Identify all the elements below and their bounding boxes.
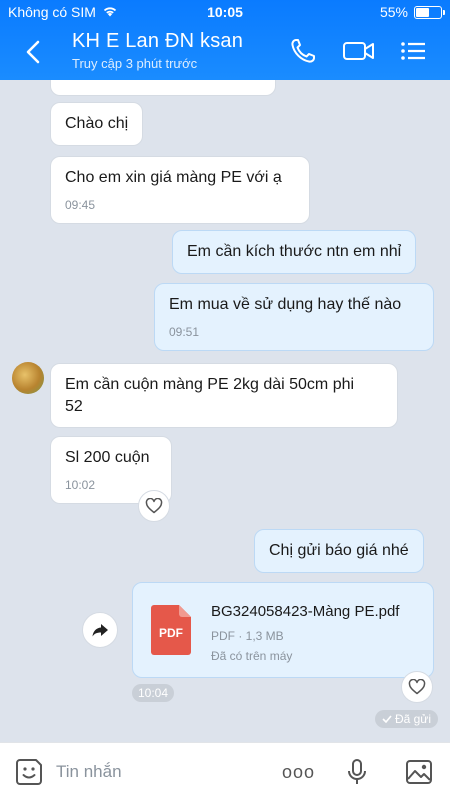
message-text: Cho em xin giá màng PE với ạ xyxy=(65,169,282,186)
message-text: Em mua về sử dụng hay thế nào xyxy=(169,296,402,313)
file-meta: PDF · 1,3 MB xyxy=(211,629,284,643)
pdf-icon-label: PDF xyxy=(159,626,183,640)
react-heart-icon[interactable] xyxy=(401,671,433,703)
chat-header: Không có SIM 10:05 55% KH E Lan ĐN ksan … xyxy=(0,0,450,80)
message-bubble-out[interactable]: Em cần kích thước ntn em nhỉ xyxy=(172,230,417,274)
more-options-icon[interactable]: ooo xyxy=(282,757,318,787)
message-input[interactable] xyxy=(56,757,256,787)
battery-group: 55% xyxy=(379,4,445,20)
pdf-file-icon: PDF xyxy=(151,605,191,655)
video-call-icon[interactable] xyxy=(342,36,374,66)
message-text: 52 xyxy=(65,397,83,415)
message-text: Chào chị xyxy=(65,115,129,132)
sent-status-badge: Đã gửi xyxy=(374,710,438,728)
battery-fill xyxy=(416,7,429,17)
status-bar: Không có SIM 10:05 55% xyxy=(0,0,450,24)
check-icon xyxy=(382,712,392,726)
message-bubble-out[interactable]: Em mua về sử dụng hay thế nào 09:51 xyxy=(154,283,434,351)
phone-icon[interactable] xyxy=(288,36,320,66)
contact-info[interactable]: KH E Lan ĐN ksan Truy cập 3 phút trước xyxy=(72,30,243,71)
back-icon[interactable] xyxy=(20,36,48,68)
react-heart-icon[interactable] xyxy=(138,490,170,522)
more-options-label: ooo xyxy=(282,762,316,782)
battery-icon xyxy=(414,5,445,19)
message-text: Sl 200 cuộn xyxy=(65,449,150,466)
contact-name: KH E Lan ĐN ksan xyxy=(72,30,244,52)
file-name: BG324058423-Màng PE.pdf xyxy=(211,603,400,620)
file-status: Đã có trên máy xyxy=(211,649,293,663)
sticker-icon[interactable] xyxy=(14,757,44,787)
message-text: Chị gửi báo giá nhé xyxy=(269,542,409,559)
message-bubble-in[interactable]: Em cần cuộn màng PE 2kg dài 50cm phi 52 xyxy=(50,363,398,429)
message-time: 10:04 xyxy=(132,684,175,702)
message-time: 09:45 xyxy=(65,197,96,212)
message-time: 09:51 xyxy=(169,324,200,339)
file-attachment[interactable]: PDF BG324058423-Màng PE.pdf PDF · 1,3 MB… xyxy=(132,582,434,678)
message-text: Em cần cuộn màng PE 2kg dài 50cm phi xyxy=(65,376,355,393)
forward-icon[interactable] xyxy=(82,612,118,648)
message-bubble-in[interactable]: Chào chị xyxy=(50,102,144,146)
sent-status-label: Đã gửi xyxy=(394,712,431,726)
battery-percent: 55% xyxy=(379,4,408,20)
message-bubble-in[interactable]: Cho em xin giá màng PE với ạ 09:45 xyxy=(50,156,310,224)
avatar[interactable] xyxy=(12,362,44,394)
microphone-icon[interactable] xyxy=(342,757,372,787)
menu-icon[interactable] xyxy=(398,36,430,66)
message-bubble-out[interactable]: Chị gửi báo giá nhé xyxy=(254,529,424,573)
composer-bar: ooo xyxy=(0,742,450,800)
partial-message-bubble[interactable] xyxy=(50,80,276,96)
message-time: 10:02 xyxy=(65,477,96,492)
message-text: Em cần kích thước ntn em nhỉ xyxy=(187,243,402,260)
image-gallery-icon[interactable] xyxy=(404,757,434,787)
last-seen: Truy cập 3 phút trước xyxy=(72,56,198,71)
